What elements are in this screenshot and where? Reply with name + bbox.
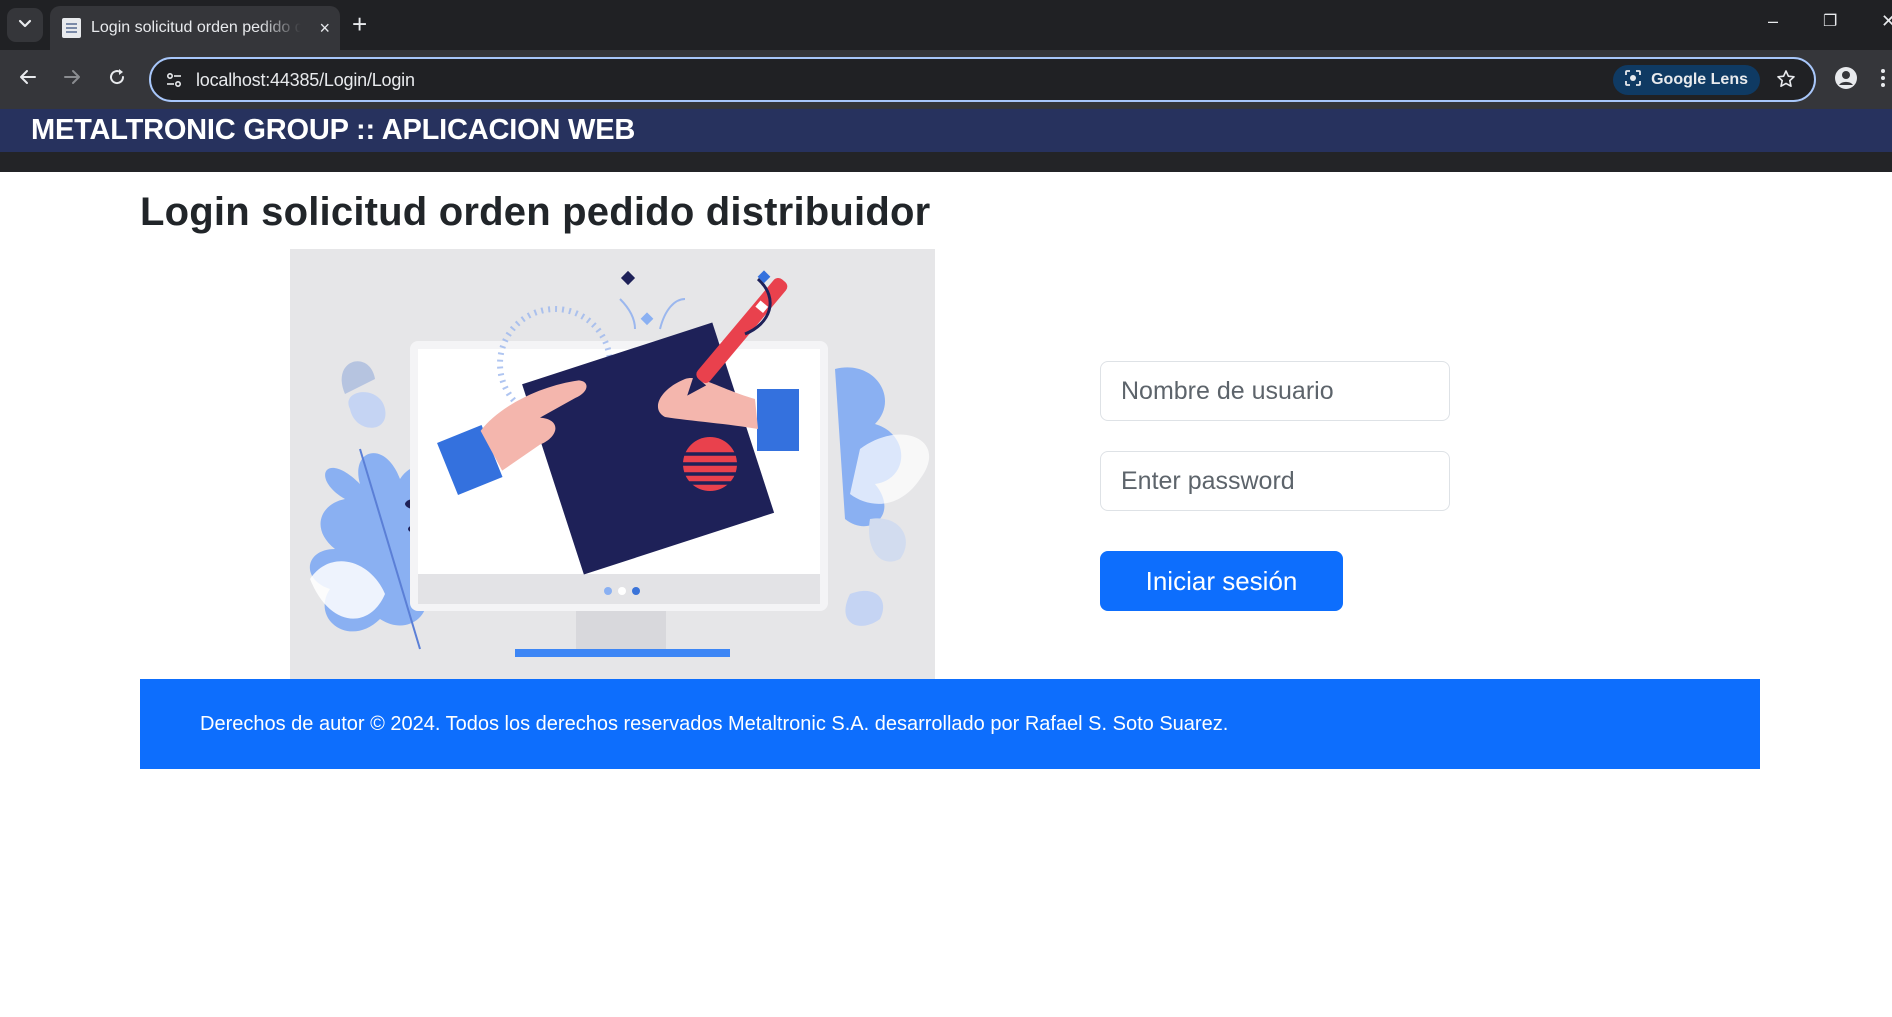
browser-menu-button[interactable] (1880, 65, 1892, 95)
forward-arrow-icon (62, 67, 82, 92)
reload-button[interactable] (102, 64, 132, 94)
google-lens-icon (1623, 68, 1643, 93)
login-button[interactable]: Iniciar sesión (1100, 551, 1343, 611)
tab-close-icon[interactable]: × (319, 19, 330, 37)
forward-button[interactable] (57, 64, 87, 94)
page-favicon-icon (62, 18, 81, 38)
close-window-icon[interactable]: ✕ (1881, 12, 1892, 30)
back-button[interactable] (13, 64, 43, 94)
copyright-text: Derechos de autor © 2024. Todos los dere… (200, 713, 1229, 735)
star-icon[interactable] (1774, 67, 1798, 91)
password-input[interactable] (1100, 451, 1450, 511)
chevron-down-icon (18, 16, 32, 34)
page-title: Login solicitud orden pedido distribuido… (140, 190, 931, 234)
profile-button[interactable] (1831, 65, 1861, 95)
header-divider (0, 152, 1892, 172)
profile-icon (1834, 66, 1858, 95)
reload-icon (107, 67, 127, 92)
login-illustration (290, 249, 935, 679)
site-info-icon[interactable] (163, 69, 185, 91)
google-lens-label: Google Lens (1651, 71, 1748, 88)
site-footer: Derechos de autor © 2024. Todos los dere… (140, 679, 1760, 769)
site-title[interactable]: METALTRONIC GROUP :: APLICACION WEB (31, 114, 635, 147)
google-lens-button[interactable]: Google Lens (1613, 65, 1760, 95)
back-arrow-icon (18, 67, 38, 92)
kebab-menu-icon (1880, 67, 1886, 94)
url-text[interactable]: localhost:44385/Login/Login (196, 70, 415, 91)
restore-window-icon[interactable]: ❐ (1823, 14, 1837, 30)
username-input[interactable] (1100, 361, 1450, 421)
site-header: METALTRONIC GROUP :: APLICACION WEB (0, 109, 1892, 152)
browser-tab-active[interactable]: Login solicitud orden pedido distribuido… (50, 6, 340, 50)
tab-search-button[interactable] (7, 8, 43, 42)
minimize-window-icon[interactable]: – (1768, 12, 1778, 30)
browser-tab-strip: Login solicitud orden pedido distribuido… (0, 0, 1892, 50)
new-tab-button[interactable]: + (352, 11, 367, 37)
address-bar[interactable]: localhost:44385/Login/Login Google Lens (149, 57, 1816, 102)
browser-toolbar: localhost:44385/Login/Login Google Lens (0, 50, 1892, 109)
tab-title: Login solicitud orden pedido distribuido… (91, 19, 301, 36)
